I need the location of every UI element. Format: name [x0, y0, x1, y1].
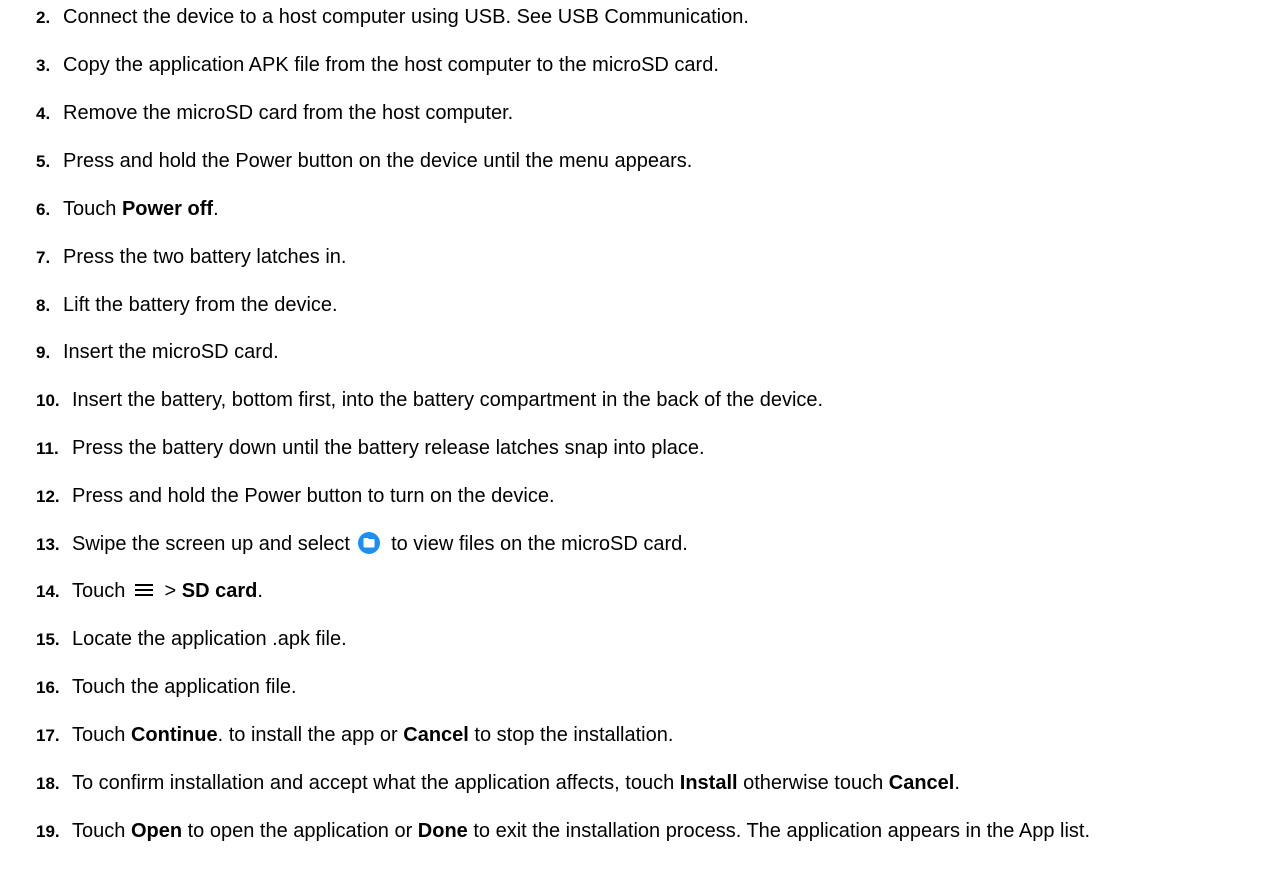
step-number: 3. [36, 56, 51, 75]
step-text: Connect the device to a host computer us… [63, 6, 749, 28]
step-item: 6. Touch Power off. [36, 196, 1261, 223]
step-item: 7. Press the two battery latches in. [36, 244, 1261, 271]
step-number: 2. [36, 8, 51, 27]
step-text: otherwise touch [737, 772, 889, 794]
step-number: 17. [36, 726, 60, 745]
step-item: 13. Swipe the screen up and select to vie… [36, 531, 1261, 558]
step-number: 9. [36, 343, 51, 362]
step-text: Press and hold the Power button to turn … [72, 485, 555, 507]
step-number: 14. [36, 582, 60, 601]
step-item: 11. Press the battery down until the batt… [36, 435, 1261, 462]
step-text: To confirm installation and accept what … [72, 772, 680, 794]
step-number: 18. [36, 774, 60, 793]
step-item: 4. Remove the microSD card from the host … [36, 100, 1261, 127]
step-text: . to install the app or [217, 724, 404, 746]
step-item: 8. Lift the battery from the device. [36, 292, 1261, 319]
step-number: 12. [36, 487, 60, 506]
step-text: to open the application or [182, 820, 418, 842]
step-text: Insert the microSD card. [63, 341, 279, 363]
ui-term: Continue [130, 724, 218, 746]
ui-term: Done [417, 820, 468, 842]
step-text: Insert the battery, bottom first, into t… [72, 389, 824, 411]
step-number: 11. [36, 439, 59, 458]
ui-term: SD card [181, 580, 258, 602]
step-text: Remove the microSD card from the host co… [63, 102, 514, 124]
step-text: . [257, 580, 263, 602]
step-number: 6. [36, 200, 51, 219]
step-item: 19. Touch Open to open the application or… [36, 818, 1261, 845]
step-number: 8. [36, 296, 51, 315]
step-text: Press the battery down until the battery… [72, 437, 705, 459]
folder-icon [357, 532, 380, 554]
step-item: 2. Connect the device to a host computer … [36, 4, 1261, 31]
step-number: 7. [36, 248, 51, 267]
ui-term: Open [130, 820, 183, 842]
step-text: Press and hold the Power button on the d… [63, 150, 693, 172]
step-item: 3. Copy the application APK file from the… [36, 52, 1261, 79]
step-text: Locate the application .apk file. [72, 628, 347, 650]
step-text: Swipe the screen up and select [72, 533, 356, 555]
ui-term: Power off [121, 198, 214, 220]
step-number: 10. [36, 391, 60, 410]
step-text: . [954, 772, 960, 794]
step-item: 16. Touch the application file. [36, 674, 1261, 701]
step-text: to view files on the microSD card. [385, 533, 688, 555]
step-item: 9. Insert the microSD card. [36, 339, 1261, 366]
step-text: to stop the installation. [468, 724, 674, 746]
step-item: 12. Press and hold the Power button to tu… [36, 483, 1261, 510]
step-item: 10. Insert the battery, bottom first, int… [36, 387, 1261, 414]
step-text: Lift the battery from the device. [63, 294, 338, 316]
step-number: 16. [36, 678, 60, 697]
step-text: Copy the application APK file from the h… [63, 54, 719, 76]
step-number: 19. [36, 822, 60, 841]
step-text: > [158, 580, 182, 602]
step-text: Press the two battery latches in. [63, 246, 347, 268]
step-number: 15. [36, 630, 60, 649]
step-item: 17. Touch Continue. to install the app or… [36, 722, 1261, 749]
step-text: . [213, 198, 219, 220]
step-text: to exit the installation process. The ap… [467, 820, 1091, 842]
ui-term: Cancel [888, 772, 955, 794]
step-text: Touch [72, 820, 131, 842]
step-item: 15. Locate the application .apk file. [36, 626, 1261, 653]
step-item: 18. To confirm installation and accept wh… [36, 770, 1261, 797]
step-text: Touch [63, 198, 122, 220]
step-item: 14. Touch > SD card. [36, 578, 1261, 605]
step-number: 5. [36, 152, 51, 171]
step-text: Touch the application file. [72, 676, 297, 698]
step-number: 13. [36, 535, 60, 554]
ui-term: Install [679, 772, 738, 794]
ui-term: Cancel [403, 724, 469, 746]
step-text: Touch [72, 580, 131, 602]
step-item: 5. Press and hold the Power button on the… [36, 148, 1261, 175]
step-text: Touch [72, 724, 131, 746]
step-number: 4. [36, 104, 51, 123]
menu-icon [133, 580, 155, 598]
